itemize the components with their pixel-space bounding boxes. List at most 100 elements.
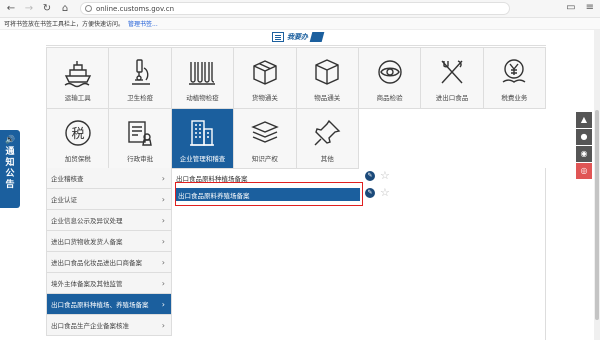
category-label: 物品通关 — [314, 94, 341, 102]
category-commodity-inspection[interactable]: 商品检验 — [358, 48, 422, 109]
site-info-icon[interactable] — [85, 5, 92, 12]
category-transport[interactable]: 运输工具 — [47, 48, 110, 109]
bookmarks-bar: 可将书签放在书签工具栏上，方便快速访问。 管理书签... — [0, 18, 600, 30]
submenu-label: 出口食品原料种植场、养殖场备案 — [51, 301, 149, 309]
submenu-item[interactable]: 企业稽核查 › — [46, 168, 172, 189]
category-enterprise-management[interactable]: 企业管理和稽查 — [171, 109, 235, 169]
category-label: 进出口食品 — [435, 94, 469, 102]
pencil-icon[interactable]: ✎ — [365, 188, 375, 198]
header-divider — [46, 45, 546, 46]
category-processing-trade-bonded[interactable]: 税 加贸保税 — [47, 109, 110, 169]
submenu-item-active[interactable]: 出口食品原料种植场、养殖场备案 › — [46, 294, 172, 315]
category-intellectual-property[interactable]: 知识产权 — [234, 109, 297, 169]
chevron-right-icon: › — [161, 173, 165, 183]
logo-text: 我要办 — [287, 33, 308, 41]
chevron-right-icon: › — [161, 194, 165, 204]
enterprise-submenu: 企业稽核查 › 企业认证 › 企业信息公示及异议处理 › 进出口货物收发货人备案 › 进… — [46, 168, 172, 336]
books-stack-icon — [249, 117, 281, 149]
logo-box-icon — [272, 32, 284, 42]
category-label: 商品检验 — [376, 94, 403, 102]
forward-icon[interactable]: → — [22, 2, 36, 16]
wechat-icon[interactable]: ◉ — [576, 146, 592, 162]
speaker-icon: 🔊 — [5, 135, 15, 144]
star-icon[interactable]: ☆ — [380, 170, 390, 181]
category-label: 卫生检疫 — [127, 94, 154, 102]
yen-coin-icon — [498, 56, 530, 88]
home-icon[interactable]: ⌂ — [58, 2, 72, 16]
service-item-breeding[interactable]: 出口食品原料养殖场备案 — [176, 188, 360, 201]
submenu-label: 企业信息公示及异议处理 — [51, 217, 123, 225]
category-health-quarantine[interactable]: 卫生检疫 — [109, 48, 172, 109]
chevron-right-icon: › — [161, 215, 165, 225]
building-icon — [186, 117, 218, 149]
scrollbar[interactable] — [594, 30, 600, 340]
service-actions: ✎ ☆ — [365, 170, 390, 181]
category-grid: 运输工具 卫生检疫 动植物检疫 货物通关 物品通关 商品检验 进出口食品 税费业… — [46, 47, 546, 169]
submenu-item[interactable]: 境外主体备案及其他监管 › — [46, 273, 172, 294]
pencil-icon[interactable]: ✎ — [365, 171, 375, 181]
service-actions: ✎ ☆ — [365, 187, 390, 198]
submenu-item[interactable]: 企业信息公示及异议处理 › — [46, 210, 172, 231]
category-label: 行政审批 — [127, 155, 154, 163]
category-administrative-approval[interactable]: 行政审批 — [109, 109, 172, 169]
submenu-item[interactable]: 进出口食品化妆品进出口商备案 › — [46, 252, 172, 273]
cargo-box-icon — [249, 56, 281, 88]
submenu-label: 进出口货物收发货人备案 — [51, 238, 123, 246]
star-icon[interactable]: ☆ — [380, 187, 390, 198]
notice-char: 公 — [5, 169, 15, 179]
category-label: 运输工具 — [64, 94, 91, 102]
chevron-right-icon: › — [161, 299, 165, 309]
weibo-icon[interactable]: ◎ — [576, 163, 592, 179]
wo-yao-ban-logo: 我要办 — [272, 31, 325, 43]
category-cargo-clearance[interactable]: 货物通关 — [234, 48, 297, 109]
address-bar[interactable]: online.customs.gov.cn — [80, 2, 510, 15]
submenu-label: 出口食品生产企业备案核准 — [51, 322, 129, 330]
reload-icon[interactable]: ↻ — [40, 2, 54, 16]
back-icon[interactable]: ← — [4, 2, 18, 16]
submenu-label: 境外主体备案及其他监管 — [51, 280, 123, 288]
tax-badge-icon: 税 — [62, 117, 94, 149]
manage-bookmarks-link[interactable]: 管理书签... — [128, 19, 158, 28]
submenu-item[interactable]: 进出口货物收发货人备案 › — [46, 231, 172, 252]
service-list-pane: 出口食品原料种植场备案 ✎ ☆ 出口食品原料养殖场备案 ✎ ☆ — [172, 168, 546, 340]
category-animal-plant-quarantine[interactable]: 动植物检疫 — [171, 48, 235, 109]
chevron-right-icon: › — [161, 257, 165, 267]
category-other[interactable]: 其他 — [296, 109, 359, 169]
category-label: 动植物检疫 — [186, 94, 219, 102]
scrollbar-thumb[interactable] — [595, 110, 599, 320]
chevron-right-icon: › — [161, 236, 165, 246]
submenu-item[interactable]: 企业认证 › — [46, 189, 172, 210]
category-import-export-food[interactable]: 进出口食品 — [421, 48, 484, 109]
notice-char: 通 — [5, 147, 15, 157]
approval-doc-icon — [124, 117, 156, 149]
notice-char: 知 — [5, 158, 15, 168]
android-icon[interactable]: ▲ — [576, 112, 592, 128]
submenu-label: 企业认证 — [51, 196, 77, 204]
package-cube-icon — [311, 56, 343, 88]
category-goods-clearance[interactable]: 物品通关 — [296, 48, 359, 109]
url-text: online.customs.gov.cn — [96, 4, 175, 13]
browser-toolbar: ← → ↻ ⌂ online.customs.gov.cn ▭ ≡ — [0, 0, 600, 18]
ship-icon — [62, 56, 94, 88]
category-label: 企业管理和稽查 — [179, 155, 226, 163]
apple-icon[interactable]: ● — [576, 129, 592, 145]
notice-char: 告 — [5, 180, 15, 190]
logo-mark-icon — [309, 32, 325, 42]
category-label: 知识产权 — [251, 155, 278, 163]
chevron-right-icon: › — [161, 278, 165, 288]
category-label: 其他 — [320, 155, 334, 163]
category-label: 税费业务 — [501, 94, 528, 102]
svg-text:税: 税 — [71, 127, 84, 142]
notice-tab[interactable]: 🔊 通 知 公 告 — [0, 130, 20, 208]
save-icon[interactable]: ▭ — [566, 2, 575, 13]
submenu-item[interactable]: 出口食品生产企业备案核准 › — [46, 315, 172, 336]
category-label: 加贸保税 — [64, 155, 91, 163]
category-tax-business[interactable]: 税费业务 — [483, 48, 546, 109]
utensils-icon — [436, 56, 468, 88]
submenu-label: 企业稽核查 — [51, 175, 84, 183]
menu-icon[interactable]: ≡ — [586, 2, 594, 13]
page: 我要办 运输工具 卫生检疫 动植物检疫 货物通关 物品通关 商品检验 进出口食品… — [0, 30, 600, 340]
eye-inspect-icon — [374, 56, 406, 88]
test-tubes-icon — [186, 56, 218, 88]
microscope-icon — [124, 56, 156, 88]
